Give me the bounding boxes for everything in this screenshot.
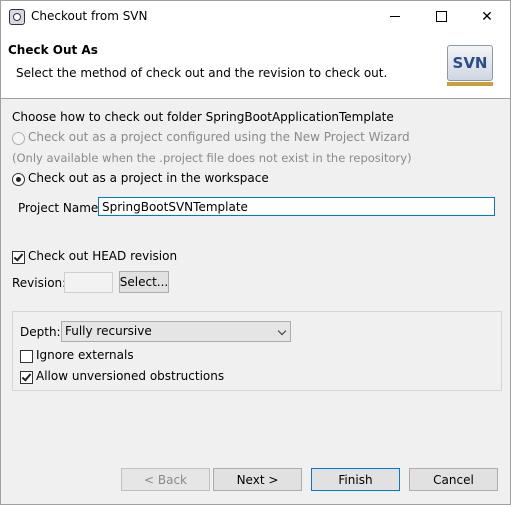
- project-name-input[interactable]: SpringBootSVNTemplate: [98, 197, 495, 216]
- depth-select-value: Fully recursive: [65, 324, 152, 338]
- minimize-button[interactable]: [372, 1, 418, 32]
- chevron-down-icon: [277, 326, 287, 336]
- checkout-dialog: Checkout from SVN ✕ Check Out As Select …: [0, 0, 511, 505]
- allow-unversioned-checkbox[interactable]: [20, 371, 33, 384]
- close-button[interactable]: ✕: [464, 1, 510, 32]
- radio-wizard-label: Check out as a project configured using …: [28, 130, 410, 144]
- title-bar: Checkout from SVN ✕: [1, 1, 510, 32]
- ignore-externals-checkbox[interactable]: [20, 350, 33, 363]
- radio-workspace-label: Check out as a project in the workspace: [28, 171, 269, 185]
- wizard-note: (Only available when the .project file d…: [12, 151, 412, 165]
- head-revision-label: Check out HEAD revision: [28, 249, 178, 263]
- page-title: Check Out As: [8, 43, 98, 57]
- svn-logo-text: SVN: [452, 54, 488, 72]
- head-revision-checkbox[interactable]: [12, 251, 25, 264]
- select-revision-button[interactable]: Select...: [119, 271, 169, 293]
- revision-input[interactable]: [64, 272, 113, 293]
- page-description: Select the method of check out and the r…: [16, 66, 388, 80]
- finish-button[interactable]: Finish: [311, 468, 400, 491]
- back-button[interactable]: < Back: [121, 468, 210, 491]
- svn-logo-base: [447, 82, 493, 86]
- revision-label: Revision:: [12, 276, 67, 290]
- close-icon: ✕: [481, 8, 493, 25]
- depth-select[interactable]: Fully recursive: [61, 321, 291, 342]
- svn-logo-icon: SVN: [447, 45, 493, 81]
- depth-label: Depth:: [20, 325, 61, 339]
- project-name-label: Project Name:: [18, 201, 103, 215]
- window-title: Checkout from SVN: [31, 9, 148, 23]
- wizard-banner: Check Out As Select the method of check …: [1, 32, 510, 99]
- allow-unversioned-label: Allow unversioned obstructions: [36, 369, 225, 383]
- radio-workspace[interactable]: [12, 173, 25, 186]
- maximize-icon: [435, 11, 447, 22]
- eclipse-app-icon: [9, 9, 25, 25]
- cancel-button[interactable]: Cancel: [409, 468, 498, 491]
- next-button[interactable]: Next >: [213, 468, 302, 491]
- radio-wizard[interactable]: [12, 132, 25, 145]
- ignore-externals-label: Ignore externals: [36, 348, 134, 362]
- minimize-icon: [390, 16, 400, 17]
- maximize-button[interactable]: [418, 1, 464, 32]
- checkout-heading: Choose how to check out folder SpringBoo…: [12, 110, 394, 124]
